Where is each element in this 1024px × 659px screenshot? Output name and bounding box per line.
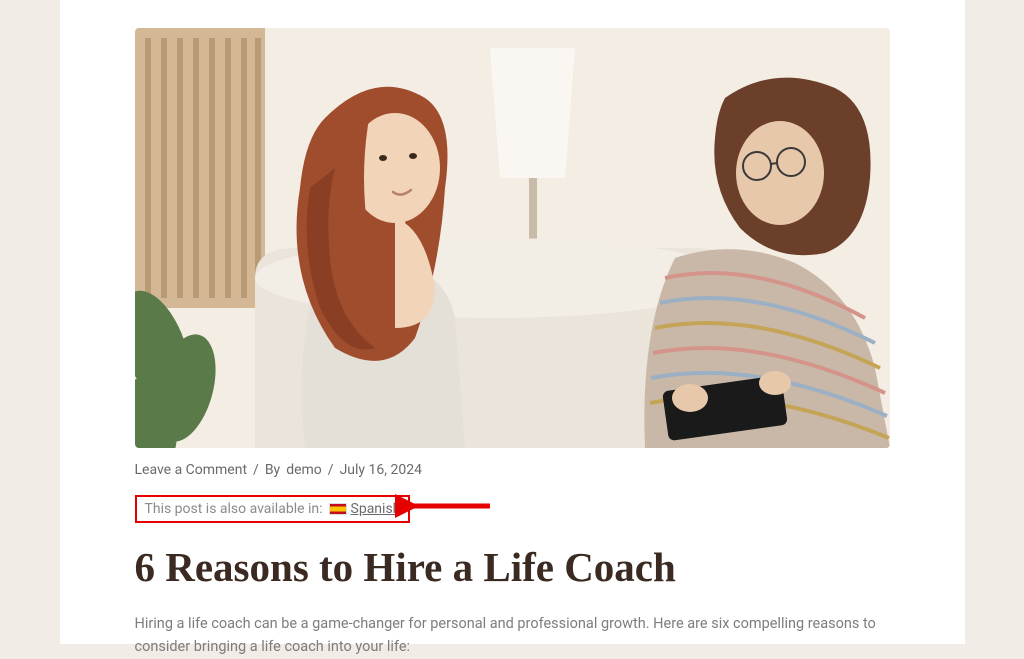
meta-separator: / <box>253 462 259 478</box>
leave-comment-link[interactable]: Leave a Comment <box>135 462 248 478</box>
spain-flag-icon <box>329 503 347 515</box>
meta-separator: / <box>328 462 334 478</box>
by-label: By <box>265 462 280 478</box>
author-link[interactable]: demo <box>286 462 322 478</box>
featured-image <box>135 28 890 448</box>
language-availability-notice: This post is also available in: Spanish <box>135 495 411 523</box>
post-date: July 16, 2024 <box>340 462 422 478</box>
language-notice-prefix: This post is also available in: <box>145 501 323 517</box>
article-container: Leave a Comment / By demo / July 16, 202… <box>60 0 965 644</box>
post-meta: Leave a Comment / By demo / July 16, 202… <box>135 462 890 478</box>
article-title: 6 Reasons to Hire a Life Coach <box>135 543 890 592</box>
article-intro: Hiring a life coach can be a game-change… <box>135 612 890 658</box>
language-link-spanish[interactable]: Spanish <box>351 501 401 517</box>
